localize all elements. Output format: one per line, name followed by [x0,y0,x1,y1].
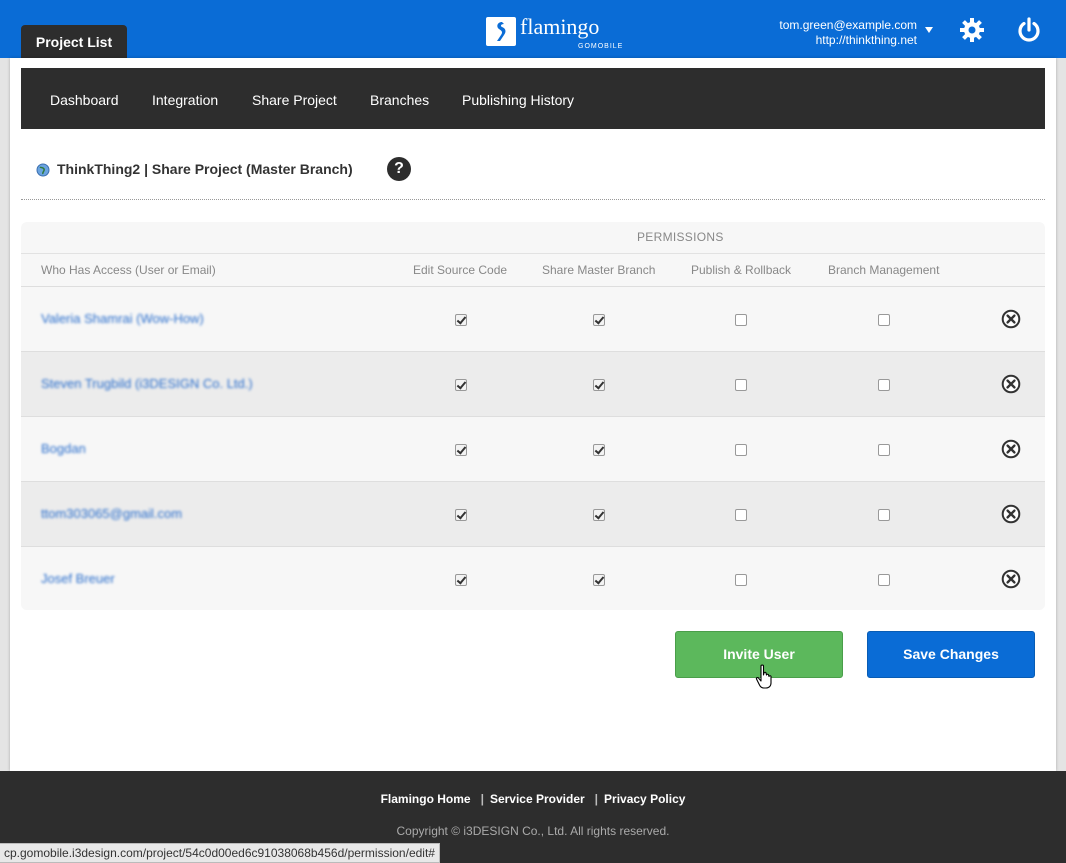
permissions-label: PERMISSIONS [637,230,724,244]
table-row: Valeria Shamrai (Wow-How) [21,287,1045,352]
col-header-branch-management: Branch Management [828,263,940,277]
footer-separator: | [480,792,484,806]
column-header-row: Who Has Access (User or Email) Edit Sour… [21,254,1045,287]
copyright-text: Copyright © i3DESIGN Co., Ltd. All right… [396,824,670,838]
page-title: ThinkThing2 | Share Project (Master Bran… [57,161,353,177]
table-row: Steven Trugbild (i3DESIGN Co. Ltd.) [21,352,1045,417]
footer-links: Flamingo Home | Service Provider | Privacy P… [0,792,1066,806]
globe-icon [36,163,50,177]
checkbox-edit-source[interactable] [455,444,467,456]
user-link[interactable]: Josef Breuer [41,571,115,586]
nav-branches[interactable]: Branches [370,92,429,108]
flamingo-logo-icon [486,17,516,46]
col-header-user: Who Has Access (User or Email) [41,263,216,277]
checkbox-edit-source[interactable] [455,509,467,521]
checkbox-publish[interactable] [735,444,747,456]
checkbox-share-master[interactable] [593,379,605,391]
checkbox-publish[interactable] [735,574,747,586]
account-site: http://thinkthing.net [815,33,917,47]
footer-separator: | [594,792,599,806]
power-icon[interactable] [1016,17,1042,43]
logo-text: flamingo [520,14,600,39]
remove-user-icon[interactable] [1001,569,1021,589]
chevron-down-icon[interactable] [925,27,933,33]
save-changes-button[interactable]: Save Changes [867,631,1035,678]
nav-share-project[interactable]: Share Project [252,92,337,108]
checkbox-branch-mgmt[interactable] [878,314,890,326]
status-bar-url: cp.gomobile.i3design.com/project/54c0d00… [0,843,440,863]
checkbox-share-master[interactable] [593,574,605,586]
table-row: Bogdan [21,417,1045,482]
hand-cursor-icon [755,664,775,690]
user-link[interactable]: ttom303065@gmail.com [41,506,182,521]
nav-dashboard[interactable]: Dashboard [50,92,119,108]
checkbox-publish[interactable] [735,379,747,391]
checkbox-share-master[interactable] [593,314,605,326]
tab-project-list[interactable]: Project List [21,25,127,61]
permissions-table: PERMISSIONS Who Has Access (User or Emai… [21,222,1045,610]
footer-link-flamingo-home[interactable]: Flamingo Home [381,792,471,806]
permissions-header: PERMISSIONS [21,222,1045,254]
table-row: ttom303065@gmail.com [21,482,1045,547]
checkbox-publish[interactable] [735,314,747,326]
checkbox-branch-mgmt[interactable] [878,444,890,456]
checkbox-publish[interactable] [735,509,747,521]
remove-user-icon[interactable] [1001,309,1021,329]
remove-user-icon[interactable] [1001,504,1021,524]
checkbox-share-master[interactable] [593,444,605,456]
account-menu[interactable]: tom.green@example.com http://thinkthing.… [779,18,917,48]
sub-navigation: Dashboard Integration Share Project Bran… [21,68,1045,129]
help-icon[interactable]: ? [387,157,411,181]
nav-integration[interactable]: Integration [152,92,218,108]
checkbox-edit-source[interactable] [455,314,467,326]
user-link[interactable]: Valeria Shamrai (Wow-How) [41,311,204,326]
remove-user-icon[interactable] [1001,374,1021,394]
gear-icon[interactable] [959,17,985,43]
footer-link-service-provider[interactable]: Service Provider [490,792,585,806]
table-row: Josef Breuer [21,547,1045,610]
footer-link-privacy-policy[interactable]: Privacy Policy [604,792,685,806]
col-header-share-master: Share Master Branch [542,263,656,277]
user-link[interactable]: Bogdan [41,441,86,456]
checkbox-share-master[interactable] [593,509,605,521]
nav-publishing-history[interactable]: Publishing History [462,92,574,108]
flamingo-logo[interactable]: flamingo GOMOBILE [486,14,622,52]
account-email: tom.green@example.com [779,18,917,32]
divider [21,199,1045,200]
user-link[interactable]: Steven Trugbild (i3DESIGN Co. Ltd.) [41,376,253,391]
checkbox-edit-source[interactable] [455,379,467,391]
checkbox-branch-mgmt[interactable] [878,379,890,391]
col-header-publish: Publish & Rollback [691,263,792,277]
logo-subtext: GOMOBILE [578,43,624,50]
checkbox-edit-source[interactable] [455,574,467,586]
col-header-edit-source: Edit Source Code [413,263,508,277]
checkbox-branch-mgmt[interactable] [878,574,890,586]
checkbox-branch-mgmt[interactable] [878,509,890,521]
remove-user-icon[interactable] [1001,439,1021,459]
